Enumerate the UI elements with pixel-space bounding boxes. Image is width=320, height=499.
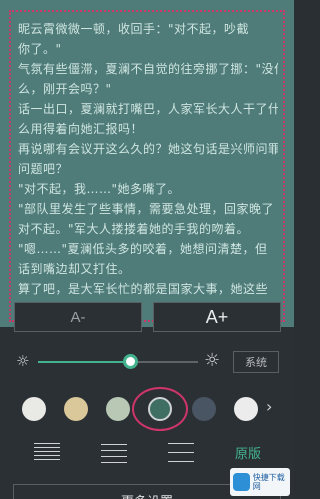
reading-area[interactable]: 昵云霄微微一顿，收回手："对不起，吵截 你了。" 气氛有些僵滞，夏澜不自觉的往旁挪… <box>0 0 294 327</box>
sun-small-icon: ☼ <box>16 352 30 370</box>
original-layout-button[interactable]: 原版 <box>235 443 261 462</box>
font-decrease-button[interactable]: A- <box>14 302 142 332</box>
text-line: 昵云霄微微一顿，收回手："对不起，吵截 <box>18 22 250 36</box>
color-swatch[interactable] <box>234 397 258 421</box>
color-swatch[interactable] <box>192 397 216 421</box>
text-line: 再说哪有会议开这么久的？她这句话是兴师问罪的 <box>18 142 278 156</box>
watermark-icon <box>233 473 250 491</box>
text-line: "对不起，我……"她多嘴了。 <box>18 182 181 196</box>
text-line: 么用得着向她汇报吗！ <box>18 122 144 136</box>
text-line: 话一出口，夏澜就打嘴巴，人家军长大人干了什 <box>18 102 278 116</box>
text-line: "嗯……"夏澜低头多的咬着，她想问清楚，但 <box>18 242 268 256</box>
text-line: 么，刚开会吗？" <box>18 82 112 96</box>
watermark-text: 快捷下载网 <box>252 473 285 491</box>
selection-ring <box>132 387 188 431</box>
sun-large-icon: ☼ <box>204 350 221 371</box>
line-spacing-loose-icon[interactable] <box>168 441 194 462</box>
text-line: 气氛有些僵滞，夏澜不自觉的往旁挪了挪："没什 <box>18 62 278 76</box>
color-swatch[interactable] <box>22 397 46 421</box>
brightness-slider[interactable] <box>38 361 198 363</box>
watermark-logo: 快捷下载网 <box>230 468 290 496</box>
text-line: 对不起。"军大人搂搂着她的手我的吻着。 <box>18 222 250 236</box>
text-line: 问题吧？ <box>18 162 69 176</box>
system-brightness-button[interactable]: 系统 <box>233 351 279 373</box>
chevron-right-icon[interactable]: › <box>266 397 272 416</box>
line-spacing-medium-icon[interactable] <box>101 441 127 463</box>
brightness-thumb[interactable] <box>122 354 138 369</box>
line-spacing-compact-icon[interactable] <box>34 441 60 461</box>
brightness-fill <box>38 361 131 363</box>
text-line: 你了。" <box>18 42 62 56</box>
text-line: "部队里发生了些事情，需要急处理，回家晚了 <box>18 202 275 216</box>
color-swatch[interactable] <box>64 397 88 421</box>
text-line: 算了吧，是大军长忙的都是国家大事，她这些 <box>18 282 269 296</box>
font-increase-button[interactable]: A+ <box>153 302 281 332</box>
color-swatch[interactable] <box>106 397 130 421</box>
text-line: 话到嘴边却又打住。 <box>18 262 131 276</box>
